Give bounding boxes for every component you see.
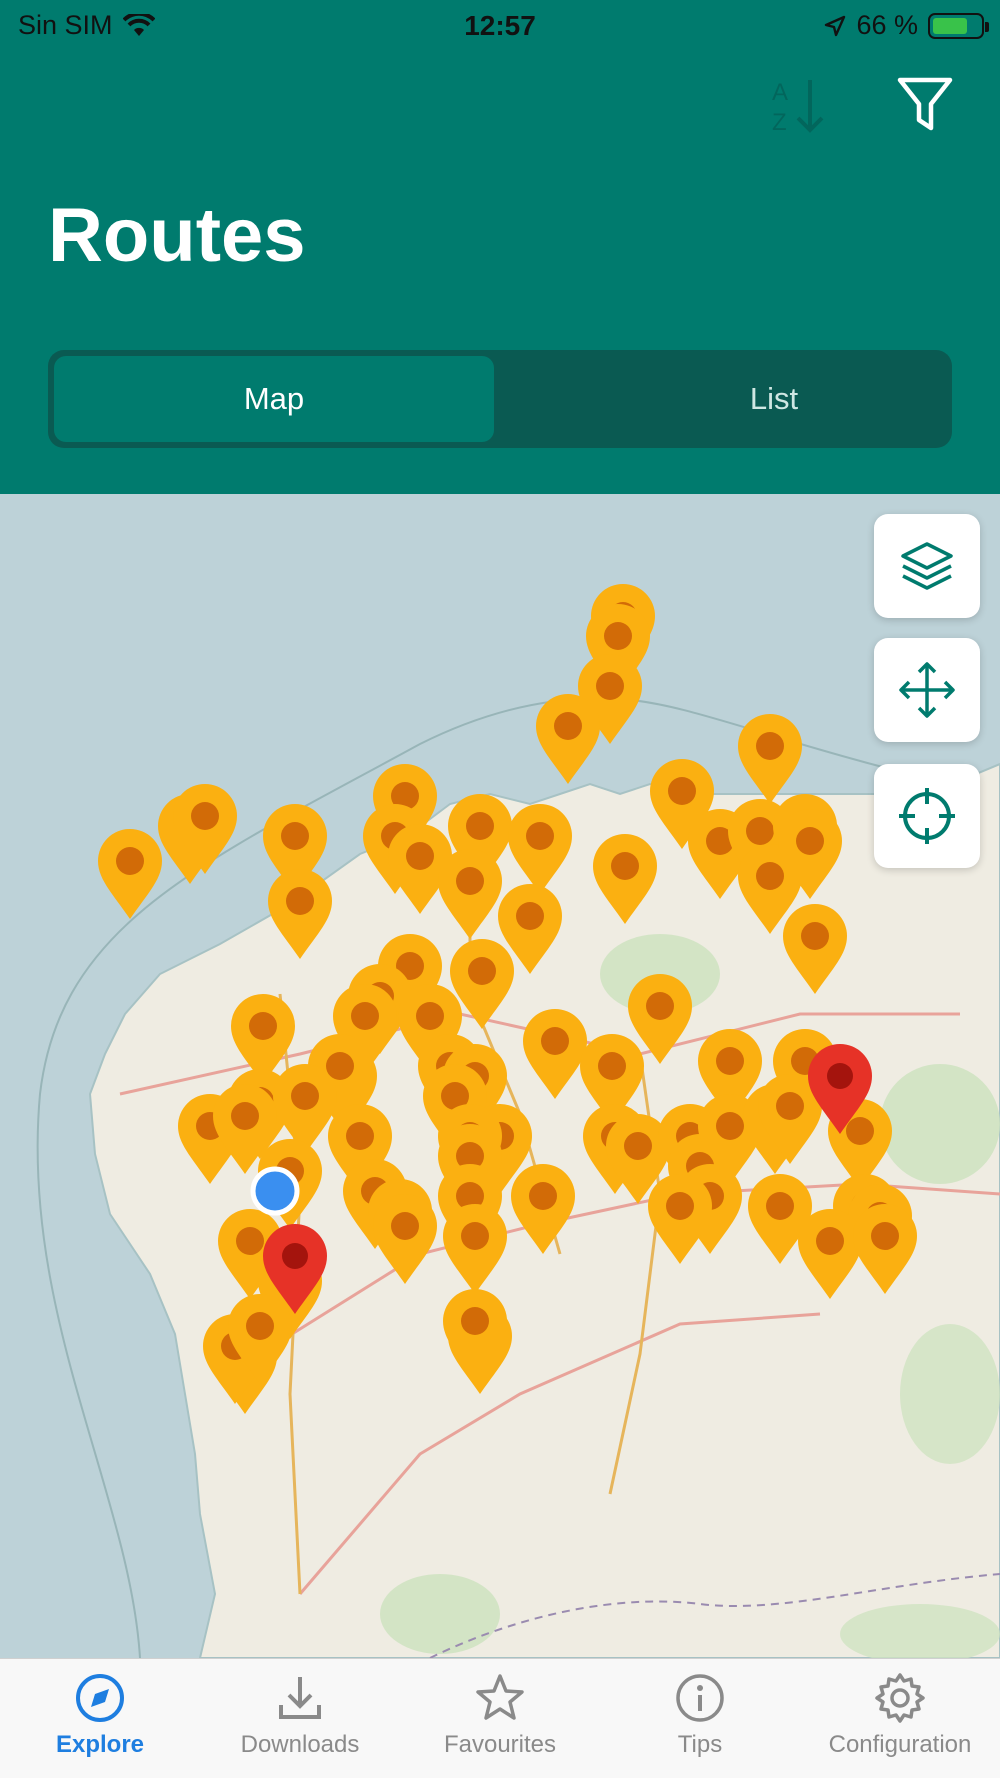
filter-icon	[897, 77, 953, 131]
tab-label: Configuration	[828, 1731, 972, 1758]
tab-downloads[interactable]: Downloads	[200, 1671, 400, 1759]
route-pin[interactable]	[98, 829, 162, 919]
layers-icon	[901, 542, 953, 590]
location-arrow-icon	[825, 15, 846, 36]
move-icon	[899, 662, 955, 718]
tab-explore[interactable]: Explore	[0, 1671, 200, 1759]
route-pin[interactable]	[438, 849, 502, 939]
sort-az-button[interactable]: A Z	[764, 70, 834, 140]
segment-list[interactable]: List	[554, 356, 994, 442]
tab-configuration[interactable]: Configuration	[800, 1671, 1000, 1759]
info-icon	[676, 1674, 724, 1722]
route-pin[interactable]	[511, 1164, 575, 1254]
compass-icon	[76, 1674, 124, 1722]
route-pin[interactable]	[593, 834, 657, 924]
route-pin[interactable]	[798, 1209, 862, 1299]
route-pin[interactable]	[443, 1204, 507, 1294]
tab-tips[interactable]: Tips	[600, 1671, 800, 1759]
route-pin[interactable]	[536, 694, 600, 784]
bottom-tab-bar: Explore Downloads Favourites Tips Config…	[0, 1658, 1000, 1778]
route-pin[interactable]	[648, 1174, 712, 1264]
gear-icon	[875, 1673, 925, 1723]
header: Sin SIM 12:57 66 % A Z Routes Map List	[0, 0, 1000, 494]
route-pin[interactable]	[268, 869, 332, 959]
route-pin[interactable]	[523, 1009, 587, 1099]
route-pin[interactable]	[738, 714, 802, 804]
star-icon	[476, 1674, 524, 1720]
view-segmented-control: Map List	[48, 350, 952, 448]
map-view[interactable]	[0, 494, 1000, 1658]
route-pin[interactable]	[508, 804, 572, 894]
route-pins-layer	[98, 584, 917, 1414]
crosshair-icon	[899, 788, 955, 844]
layers-button[interactable]	[874, 514, 980, 618]
tab-favourites[interactable]: Favourites	[400, 1671, 600, 1759]
download-icon	[279, 1677, 321, 1719]
move-button[interactable]	[874, 638, 980, 742]
locate-button[interactable]	[874, 764, 980, 868]
filter-button[interactable]	[890, 70, 960, 140]
battery-percent: 66 %	[856, 10, 918, 40]
route-pin[interactable]	[853, 1204, 917, 1294]
status-bar: Sin SIM 12:57 66 %	[0, 0, 1000, 50]
svg-text:A: A	[772, 79, 788, 106]
route-pin[interactable]	[373, 1194, 437, 1284]
user-location-dot	[250, 1166, 300, 1216]
sort-az-icon: A Z	[772, 79, 824, 136]
battery-icon	[928, 12, 989, 39]
tab-label: Downloads	[240, 1731, 360, 1758]
segment-map[interactable]: Map	[54, 356, 494, 442]
tab-label: Explore	[55, 1731, 145, 1758]
svg-text:Z: Z	[772, 109, 787, 136]
tab-label: Favourites	[443, 1731, 557, 1758]
route-pin[interactable]	[783, 904, 847, 994]
page-title: Routes	[48, 193, 306, 278]
tab-label: Tips	[677, 1731, 723, 1758]
